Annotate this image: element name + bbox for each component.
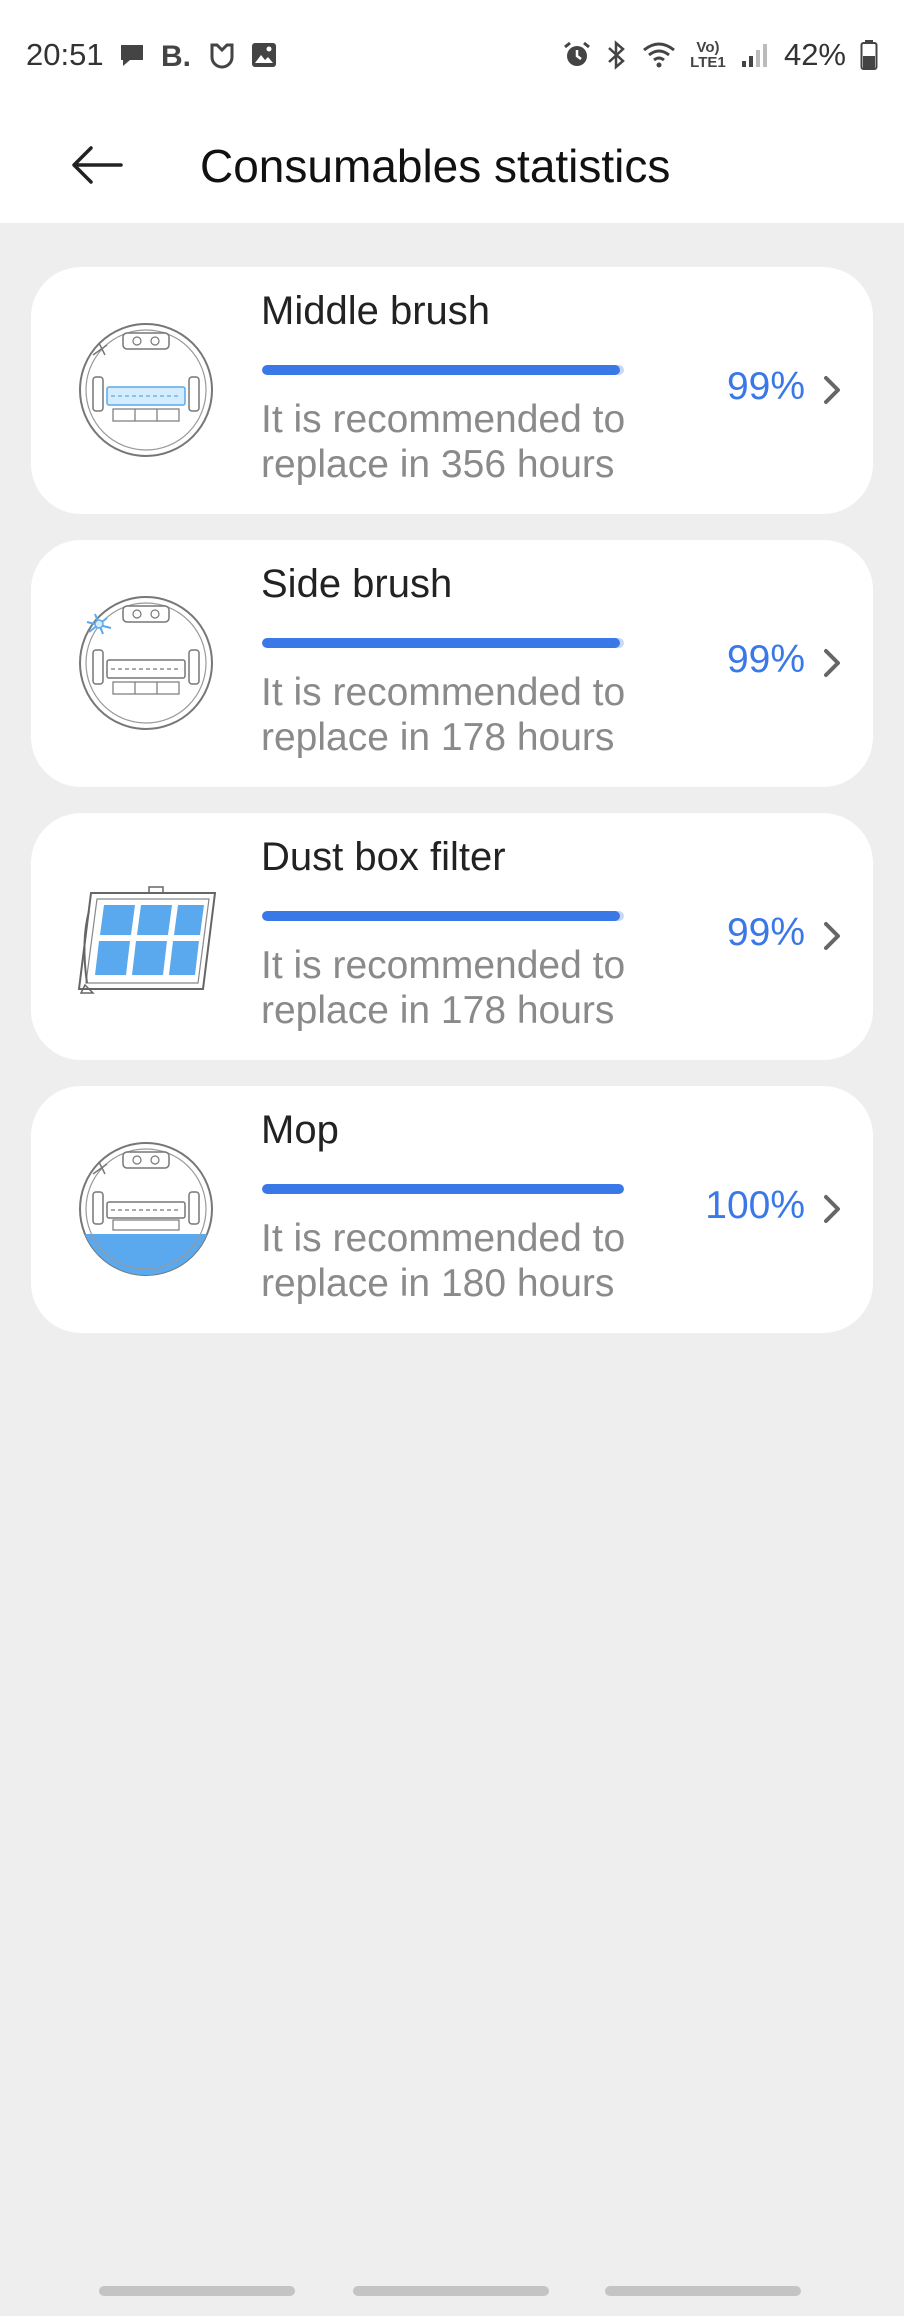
chevron-right-icon [824, 922, 840, 950]
chat-bubble-icon [118, 42, 146, 68]
consumable-progress-fill [262, 638, 621, 648]
consumable-progress-bar [262, 638, 624, 648]
chevron-right-icon [824, 649, 840, 677]
bluetooth-icon [606, 40, 628, 70]
consumable-progress-bar [262, 365, 624, 375]
consumable-hint-line-2: replace in 180 hours [261, 1262, 615, 1305]
back-arrow-icon [72, 146, 123, 184]
consumable-hint-line-1: It is recommended to [261, 671, 626, 714]
wifi-icon [642, 41, 676, 69]
consumable-percent: 99% [726, 911, 805, 954]
side-brush-icon [79, 596, 213, 730]
consumable-card-middle-brush[interactable]: Middle brush It is recommended to replac… [31, 267, 873, 514]
consumable-progress-fill [262, 911, 621, 921]
consumable-hint: It is recommended to replace in 178 hour… [261, 670, 721, 760]
alarm-icon [562, 40, 592, 70]
consumable-hint-line-2: replace in 356 hours [261, 443, 615, 486]
consumable-hint-line-1: It is recommended to [261, 398, 626, 441]
recents-button[interactable] [99, 2286, 295, 2296]
consumable-name: Side brush [261, 562, 453, 606]
consumable-percent: 99% [726, 365, 805, 408]
consumable-hint-line-1: It is recommended to [261, 1217, 626, 1260]
consumable-progress-bar [262, 911, 624, 921]
consumable-hint: It is recommended to replace in 180 hour… [261, 1216, 721, 1306]
consumable-hint-line-2: replace in 178 hours [261, 716, 615, 759]
back-button[interactable] [62, 130, 132, 200]
mi-home-icon [208, 41, 236, 69]
consumable-name: Mop [261, 1108, 339, 1152]
b-app-icon: B. [160, 40, 194, 70]
consumable-hint: It is recommended to replace in 356 hour… [261, 397, 721, 487]
status-left: 20:51 B. [26, 37, 278, 73]
consumable-progress-fill [262, 365, 621, 375]
consumable-percent: 100% [705, 1184, 805, 1227]
status-bar: 20:51 B. Vo) LTE1 42% [0, 0, 904, 110]
home-button[interactable] [353, 2286, 549, 2296]
consumable-progress-bar [262, 1184, 624, 1194]
back-nav-button[interactable] [605, 2286, 801, 2296]
status-time: 20:51 [26, 37, 104, 72]
consumable-name: Middle brush [261, 289, 491, 333]
volte-icon: Vo) LTE1 [690, 39, 726, 71]
signal-icon [740, 41, 770, 69]
consumable-hint-line-1: It is recommended to [261, 944, 626, 987]
status-right: Vo) LTE1 42% [562, 37, 878, 73]
chevron-right-icon [824, 376, 840, 404]
consumables-list: Middle brush It is recommended to replac… [31, 267, 873, 1359]
consumable-progress-fill [262, 1184, 624, 1194]
system-nav-bar [0, 2276, 904, 2316]
consumable-hint: It is recommended to replace in 178 hour… [261, 943, 721, 1033]
consumable-name: Dust box filter [261, 835, 506, 879]
consumable-card-dust-box-filter[interactable]: Dust box filter It is recommended to rep… [31, 813, 873, 1060]
middle-brush-icon [79, 323, 213, 457]
consumable-card-side-brush[interactable]: Side brush It is recommended to replace … [31, 540, 873, 787]
mop-icon [79, 1142, 213, 1276]
consumable-percent: 99% [726, 638, 805, 681]
page-title: Consumables statistics [200, 140, 671, 192]
consumable-hint-line-2: replace in 178 hours [261, 989, 615, 1032]
app-header: Consumables statistics [0, 110, 904, 223]
gallery-icon [250, 41, 278, 69]
svg-text:B.: B. [161, 40, 191, 70]
battery-icon [860, 39, 878, 71]
battery-percent: 42% [783, 37, 846, 72]
consumable-card-mop[interactable]: Mop It is recommended to replace in 180 … [31, 1086, 873, 1333]
chevron-right-icon [824, 1195, 840, 1223]
dust-box-filter-icon [77, 886, 217, 994]
